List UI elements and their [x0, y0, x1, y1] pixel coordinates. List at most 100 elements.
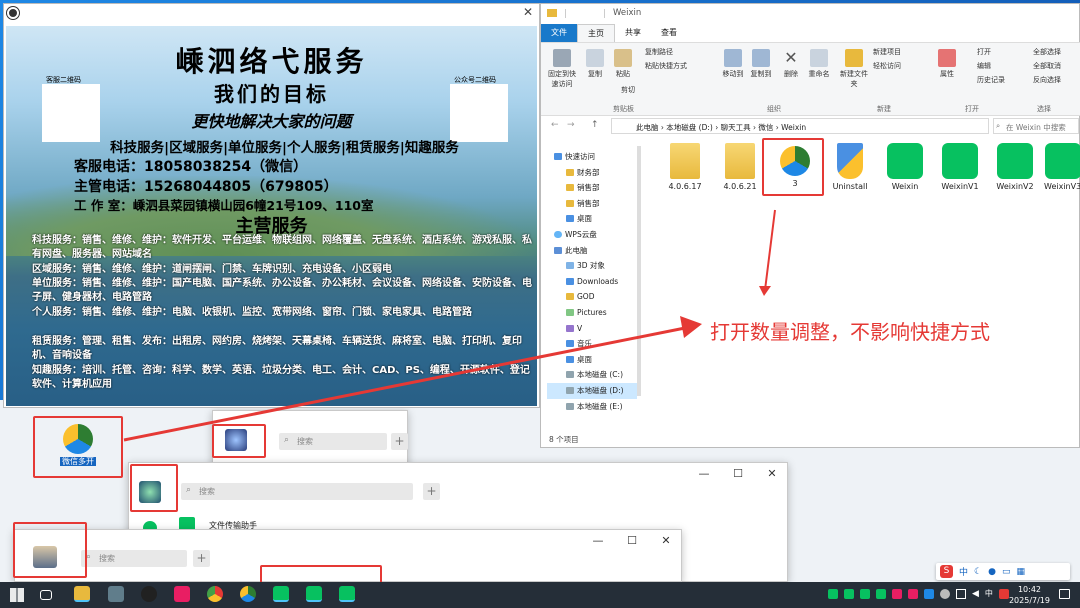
sogou-tray-icon[interactable]	[998, 589, 1009, 599]
wechat-window-1[interactable]: ⌕ 搜索 +	[212, 410, 408, 470]
crumb-1[interactable]: 此电脑	[636, 123, 659, 132]
close-icon[interactable]: ✕	[523, 5, 533, 19]
browser-icon[interactable]	[207, 586, 223, 602]
new-item-button[interactable]: 新建项目	[873, 47, 901, 57]
task-view-icon[interactable]	[40, 590, 52, 600]
wechat-tray-icon[interactable]	[876, 589, 886, 599]
calculator-icon[interactable]	[108, 586, 124, 602]
volume-icon[interactable]: ◀	[972, 589, 979, 599]
file-item[interactable]: Uninstall	[824, 139, 876, 191]
rename-button[interactable]: 重命名	[805, 49, 833, 79]
window-2-search[interactable]: ⌕ 搜索	[181, 483, 413, 500]
up-icon[interactable]: ↑	[591, 120, 599, 130]
window-1-search[interactable]: ⌕ 搜索	[279, 433, 387, 450]
nav-item[interactable]: 财务部	[547, 165, 637, 181]
back-icon[interactable]: ←	[551, 120, 559, 130]
notification-icon[interactable]	[1059, 589, 1070, 599]
explorer-taskbar-icon[interactable]	[74, 586, 90, 602]
window-1-add-button[interactable]: +	[391, 433, 408, 450]
select-none-button[interactable]: 全部取消	[1033, 61, 1061, 71]
multi-open-taskbar-icon[interactable]	[240, 586, 256, 602]
nav-item[interactable]: 销售部	[547, 196, 637, 212]
ime-toolbar[interactable]: S 中 ☾ ● ▭ ▦	[936, 563, 1070, 580]
file-item-3[interactable]: 3	[769, 139, 821, 188]
nav-scrollbar[interactable]	[637, 146, 641, 396]
tab-home[interactable]: 主页	[577, 24, 615, 42]
file-item[interactable]: Weixin	[879, 139, 931, 191]
window-3-add-button[interactable]: +	[193, 550, 210, 567]
nav-item[interactable]: 此电脑	[547, 243, 637, 259]
crumb-4[interactable]: 微信	[758, 123, 773, 132]
open-button[interactable]: 打开	[977, 47, 991, 57]
start-icon[interactable]	[10, 588, 24, 602]
wechat-taskbar-icon-3[interactable]	[339, 586, 355, 602]
gear-tray-icon[interactable]	[940, 589, 950, 599]
new-folder-button[interactable]: 新建文件夹	[839, 49, 869, 89]
shield-tray-icon[interactable]	[924, 589, 934, 599]
file-item[interactable]: WeixinV3	[1044, 139, 1080, 191]
paste-button[interactable]: 粘贴	[609, 49, 637, 79]
delete-button[interactable]: ✕ 删除	[779, 49, 803, 79]
nav-item[interactable]: 桌面	[547, 352, 637, 368]
nav-item[interactable]: 3D 对象	[547, 258, 637, 274]
nav-item[interactable]: 本地磁盘 (C:)	[547, 367, 637, 383]
minimize-icon[interactable]: —	[591, 534, 605, 547]
file-item[interactable]: 4.0.6.17	[659, 139, 711, 191]
maximize-icon[interactable]: ☐	[731, 467, 745, 480]
explorer-search-input[interactable]: ⌕ 在 Weixin 中搜索	[993, 118, 1079, 134]
tab-view[interactable]: 查看	[651, 24, 687, 42]
edit-button[interactable]: 编辑	[977, 61, 991, 71]
close-icon[interactable]: ✕	[659, 534, 673, 547]
nav-item[interactable]: Pictures	[547, 305, 637, 321]
file-item[interactable]: WeixinV2	[989, 139, 1041, 191]
pin-button[interactable]: 固定到快速访问	[545, 49, 579, 89]
forward-icon[interactable]: →	[567, 120, 575, 130]
nav-item[interactable]: GOD	[547, 289, 637, 305]
ime-tray-icon[interactable]: 中	[985, 589, 993, 599]
crumb-2[interactable]: 本地磁盘 (D:)	[666, 123, 713, 132]
file-item[interactable]: WeixinV1	[934, 139, 986, 191]
wechat-taskbar-icon-2[interactable]	[306, 586, 322, 602]
address-bar[interactable]: 此电脑 › 本地磁盘 (D:) › 聊天工具 › 微信 › Weixin	[611, 118, 989, 134]
nav-item[interactable]: 本地磁盘 (E:)	[547, 399, 637, 415]
window-2-add-button[interactable]: +	[423, 483, 440, 500]
nav-item[interactable]: 音乐	[547, 336, 637, 352]
crumb-5[interactable]: Weixin	[781, 123, 806, 132]
window-3-search[interactable]: ⌕ 搜索	[81, 550, 187, 567]
clock[interactable]: 10:42 2025/7/19	[1009, 584, 1050, 606]
copy-button[interactable]: 复制	[581, 49, 609, 79]
properties-button[interactable]: 属性	[935, 49, 959, 79]
wechat-tray-icon[interactable]	[860, 589, 870, 599]
multi-open-shortcut[interactable]: 微信多开	[40, 420, 116, 476]
close-icon[interactable]: ✕	[765, 467, 779, 480]
history-button[interactable]: 历史记录	[977, 75, 1005, 85]
tab-file[interactable]: 文件	[541, 24, 577, 42]
minimize-icon[interactable]: —	[697, 467, 711, 480]
copy-path-button[interactable]: 复制路径	[645, 47, 673, 57]
crumb-3[interactable]: 聊天工具	[721, 123, 751, 132]
maximize-icon[interactable]: ☐	[625, 534, 639, 547]
copy-to-button[interactable]: 复制到	[747, 49, 775, 79]
tab-share[interactable]: 共享	[615, 24, 651, 42]
app-tray-icon[interactable]	[908, 589, 918, 599]
cut-button[interactable]: 剪切	[621, 85, 635, 95]
paste-shortcut-button[interactable]: 粘贴快捷方式	[645, 61, 687, 71]
nav-item[interactable]: V	[547, 321, 637, 337]
file-item[interactable]: 4.0.6.21	[714, 139, 766, 191]
wechat-tray-icon[interactable]	[828, 589, 838, 599]
file-explorer-window[interactable]: Weixin 文件 主页 共享 查看 固定到快速访问 复制 粘贴 复制路径 粘贴…	[540, 3, 1080, 448]
nav-item[interactable]: 桌面	[547, 211, 637, 227]
nav-item[interactable]: 快速访问	[547, 149, 637, 165]
select-all-button[interactable]: 全部选择	[1033, 47, 1061, 57]
wechat-tray-icon[interactable]	[844, 589, 854, 599]
qq-icon[interactable]	[141, 586, 157, 602]
nav-item[interactable]: 销售部	[547, 180, 637, 196]
app-tray-icon[interactable]	[892, 589, 902, 599]
move-to-button[interactable]: 移动到	[719, 49, 747, 79]
nav-item[interactable]: WPS云盘	[547, 227, 637, 243]
wechat-taskbar-icon-1[interactable]	[273, 586, 289, 602]
wechat-window-3[interactable]: — ☐ ✕ ⌕ 搜索 +	[14, 529, 682, 582]
app-red-icon[interactable]	[174, 586, 190, 602]
ime-language[interactable]: 中	[959, 565, 968, 578]
nav-item[interactable]: 本地磁盘 (D:)	[547, 382, 637, 399]
